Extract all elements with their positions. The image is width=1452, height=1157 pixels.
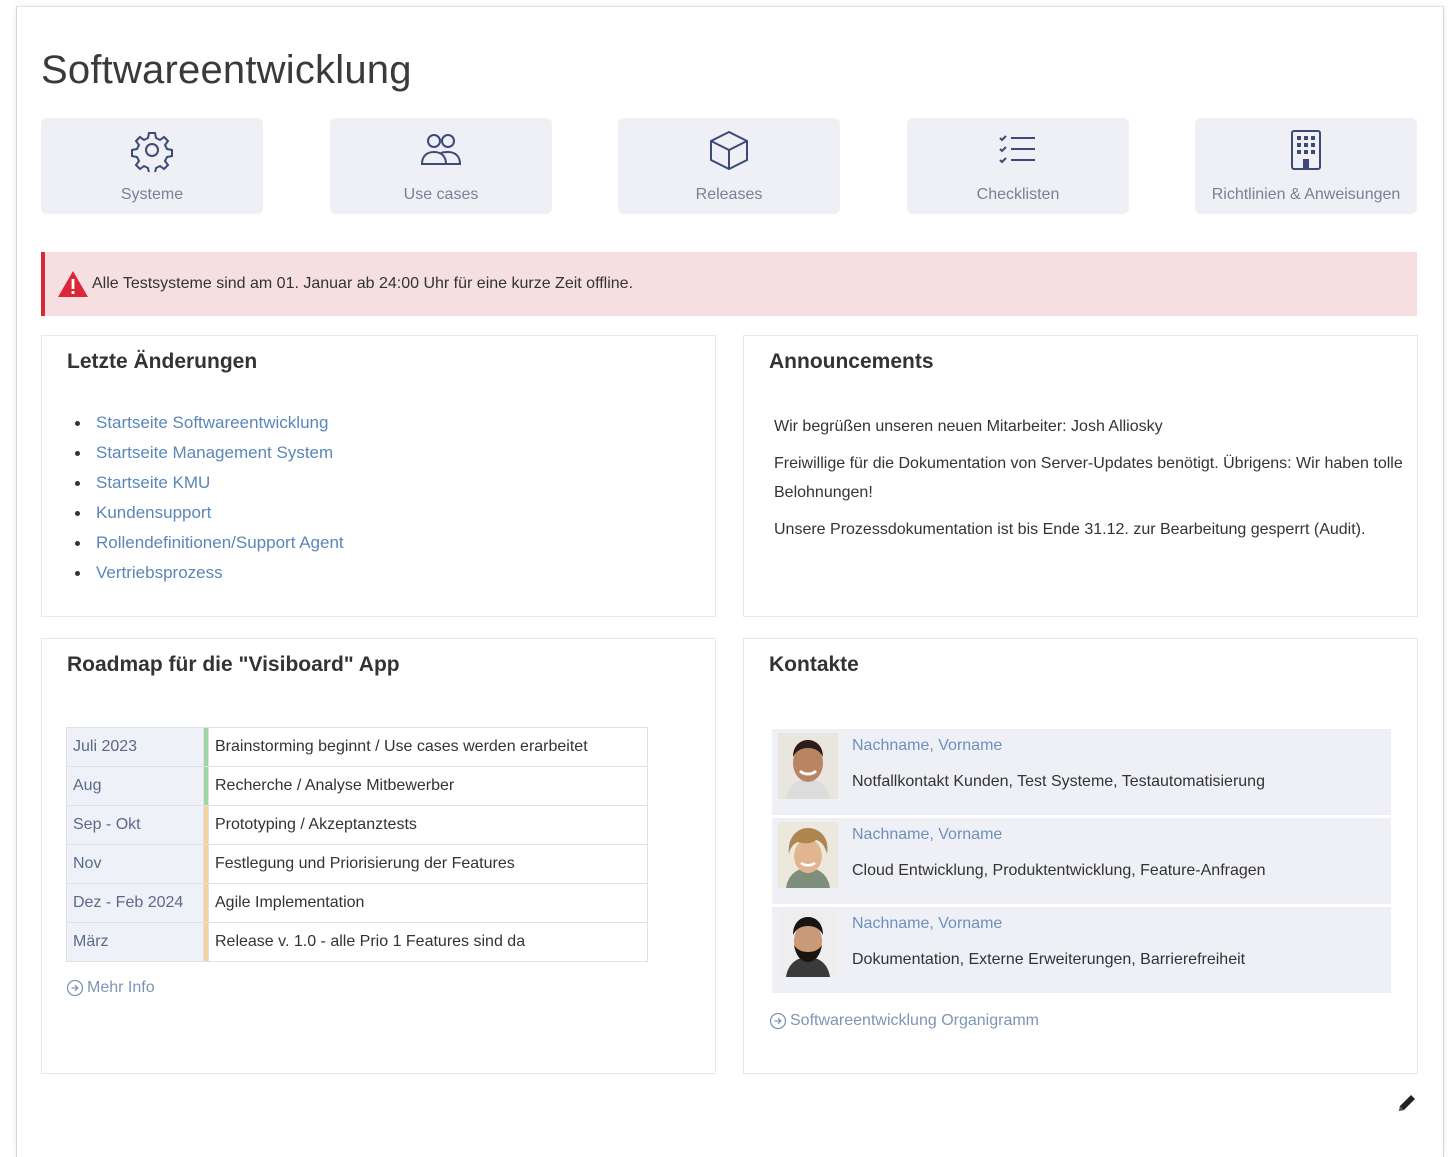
roadmap-task: Festlegung und Priorisierung der Feature… — [208, 844, 648, 884]
recent-changes-panel: Letzte Änderungen Startseite Softwareent… — [41, 335, 716, 617]
roadmap-task: Prototyping / Akzeptanztests — [208, 805, 648, 845]
contact-card[interactable]: Nachname, Vorname Dokumentation, Externe… — [772, 907, 1391, 993]
contact-role: Notfallkontakt Kunden, Test Systeme, Tes… — [852, 773, 1265, 790]
tile-richtlinien[interactable]: Richtlinien & Anweisungen — [1195, 118, 1417, 214]
contact-role: Cloud Entwicklung, Produktentwicklung, F… — [852, 862, 1266, 879]
recent-changes-title: Letzte Änderungen — [67, 350, 258, 373]
roadmap-task: Release v. 1.0 - alle Prio 1 Features si… — [208, 922, 648, 962]
announcement-item: Unsere Prozessdokumentation ist bis Ende… — [774, 521, 1366, 538]
contact-name[interactable]: Nachname, Vorname — [852, 826, 1002, 844]
recent-changes-list: Startseite Softwareentwicklung Startseit… — [75, 408, 344, 588]
roadmap-period: Juli 2023 — [66, 727, 204, 767]
tile-label: Releases — [695, 186, 763, 203]
table-row: März Release v. 1.0 - alle Prio 1 Feature… — [66, 922, 648, 962]
roadmap-title: Roadmap für die "Visiboard" App — [67, 653, 400, 676]
table-row: Nov Festlegung und Priorisierung der Feat… — [66, 844, 648, 884]
tile-checklisten[interactable]: Checklisten — [907, 118, 1129, 214]
table-row: Sep - Okt Prototyping / Akzeptanztests — [66, 805, 648, 845]
list-item: Startseite Management System — [75, 438, 344, 468]
alert-text: Alle Testsysteme sind am 01. Januar ab 2… — [92, 275, 634, 292]
change-link[interactable]: Startseite Management System — [96, 443, 333, 462]
tile-label: Richtlinien & Anweisungen — [1211, 186, 1401, 203]
roadmap-task: Brainstorming beginnt / Use cases werden… — [208, 727, 648, 767]
building-icon — [1291, 130, 1321, 170]
more-info-label: Mehr Info — [87, 979, 155, 996]
change-link[interactable]: Vertriebsprozess — [96, 563, 223, 582]
change-link[interactable]: Rollendefinitionen/Support Agent — [96, 533, 344, 552]
cube-icon — [710, 130, 748, 171]
announcement-item: Freiwillige für die Dokumentation von Se… — [774, 455, 1403, 501]
roadmap-period: Sep - Okt — [66, 805, 204, 845]
change-link[interactable]: Startseite KMU — [96, 473, 210, 492]
avatar — [778, 733, 838, 799]
tile-label: Systeme — [120, 186, 184, 203]
table-row: Juli 2023 Brainstorming beginnt / Use cas… — [66, 727, 648, 767]
change-link[interactable]: Startseite Softwareentwicklung — [96, 413, 328, 432]
contact-card[interactable]: Nachname, Vorname Cloud Entwicklung, Pro… — [772, 818, 1391, 904]
more-info-link[interactable]: Mehr Info — [66, 979, 155, 997]
quick-links: Systeme Use cases Releases Checklisten R… — [41, 118, 1417, 214]
avatar — [778, 822, 838, 888]
announcements-list: Wir begrüßen unseren neuen Mitarbeiter: … — [774, 412, 1414, 552]
list-item: Startseite Softwareentwicklung — [75, 408, 344, 438]
gear-icon — [131, 132, 173, 172]
tile-releases[interactable]: Releases — [618, 118, 840, 214]
warning-icon — [58, 271, 88, 297]
page-title: Softwareentwicklung — [41, 48, 412, 92]
contact-name[interactable]: Nachname, Vorname — [852, 915, 1002, 933]
announcements-panel: Announcements Wir begrüßen unseren neuen… — [743, 335, 1418, 617]
contact-name[interactable]: Nachname, Vorname — [852, 737, 1002, 755]
list-item: Rollendefinitionen/Support Agent — [75, 528, 344, 558]
contact-card[interactable]: Nachname, Vorname Notfallkontakt Kunden,… — [772, 729, 1391, 815]
roadmap-period: Nov — [66, 844, 204, 884]
list-item: Vertriebsprozess — [75, 558, 344, 588]
avatar — [778, 911, 838, 977]
contact-role: Dokumentation, Externe Erweiterungen, Ba… — [852, 951, 1246, 968]
alert-banner: Alle Testsysteme sind am 01. Januar ab 2… — [41, 252, 1417, 316]
roadmap-table: Juli 2023 Brainstorming beginnt / Use cas… — [66, 727, 648, 962]
roadmap-period: Aug — [66, 766, 204, 806]
list-item: Kundensupport — [75, 498, 344, 528]
contacts-title: Kontakte — [769, 653, 859, 676]
table-row: Aug Recherche / Analyse Mitbewerber — [66, 766, 648, 806]
tile-label: Checklisten — [976, 186, 1060, 203]
tile-systeme[interactable]: Systeme — [41, 118, 263, 214]
tile-use-cases[interactable]: Use cases — [330, 118, 552, 214]
roadmap-task: Recherche / Analyse Mitbewerber — [208, 766, 648, 806]
table-row: Dez - Feb 2024 Agile Implementation — [66, 883, 648, 923]
change-link[interactable]: Kundensupport — [96, 503, 211, 522]
arrow-circle-right-icon — [769, 1012, 787, 1030]
organigramm-link[interactable]: Softwareentwicklung Organigramm — [769, 1012, 1039, 1030]
users-icon — [420, 134, 462, 165]
roadmap-panel: Roadmap für die "Visiboard" App Juli 202… — [41, 638, 716, 1074]
contacts-panel: Kontakte Nachname, Vorname Notfallkontak… — [743, 638, 1418, 1074]
roadmap-period: März — [66, 922, 204, 962]
checklist-icon — [999, 135, 1035, 164]
arrow-circle-right-icon — [66, 979, 84, 997]
pencil-icon[interactable] — [1396, 1092, 1418, 1114]
organigramm-label: Softwareentwicklung Organigramm — [790, 1012, 1039, 1029]
announcements-title: Announcements — [769, 350, 934, 373]
roadmap-task: Agile Implementation — [208, 883, 648, 923]
contacts-list: Nachname, Vorname Notfallkontakt Kunden,… — [772, 729, 1391, 996]
list-item: Startseite KMU — [75, 468, 344, 498]
announcement-item: Wir begrüßen unseren neuen Mitarbeiter: … — [774, 418, 1163, 435]
roadmap-period: Dez - Feb 2024 — [66, 883, 204, 923]
tile-label: Use cases — [403, 186, 479, 203]
